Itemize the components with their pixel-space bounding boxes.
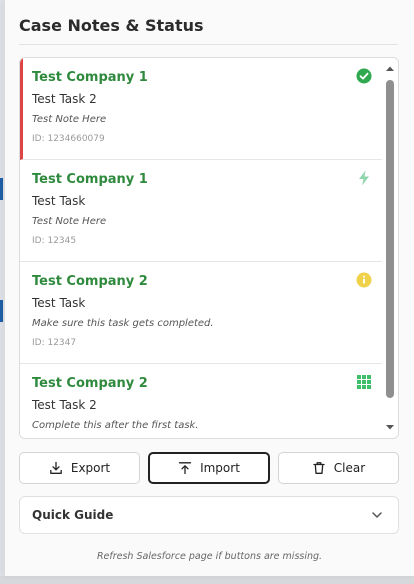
case-note: Test Note Here: [32, 216, 107, 227]
case-notes-panel: Case Notes & Status Test Company 1 Test …: [4, 0, 414, 576]
case-card[interactable]: Test Company 1 Test Task 2 Test Note Her…: [20, 58, 384, 160]
lightning-icon[interactable]: [356, 170, 372, 186]
background-page-bottom: [0, 576, 414, 584]
info-circle-icon[interactable]: [356, 272, 372, 288]
upload-icon: [178, 462, 192, 475]
scroll-down-icon[interactable]: [385, 422, 395, 432]
import-label: Import: [200, 461, 240, 475]
case-company: Test Company 1: [32, 70, 148, 85]
chevron-down-icon: [372, 512, 382, 518]
quick-guide-label: Quick Guide: [32, 508, 114, 522]
scrollbar[interactable]: [382, 58, 398, 438]
case-company: Test Company 2: [32, 376, 148, 391]
download-icon: [50, 461, 62, 474]
case-card[interactable]: Test Company 2 Test Task 2 Complete this…: [20, 364, 384, 438]
footer-hint: Refresh Salesforce page if buttons are m…: [96, 551, 323, 562]
export-label: Export: [70, 461, 111, 475]
title-divider: [19, 44, 398, 45]
background-link-marker: [0, 300, 3, 322]
panel-title: Case Notes & Status: [19, 16, 204, 35]
check-circle-icon[interactable]: [356, 68, 372, 84]
case-company: Test Company 2: [32, 274, 148, 289]
quick-guide-toggle[interactable]: Quick Guide: [19, 496, 399, 534]
trash-icon: [313, 462, 325, 474]
case-id: ID: 12345: [32, 236, 77, 246]
case-list[interactable]: Test Company 1 Test Task 2 Test Note Her…: [19, 57, 399, 439]
case-note: Test Note Here: [32, 114, 107, 125]
export-button[interactable]: Export: [19, 452, 140, 484]
case-task: Test Task: [32, 296, 86, 310]
scroll-up-icon[interactable]: [385, 64, 395, 74]
case-note: Complete this after the first task.: [32, 420, 199, 431]
case-card[interactable]: Test Company 2 Test Task Make sure this …: [20, 262, 384, 364]
case-id: ID: 1234660079: [32, 134, 105, 144]
case-task: Test Task: [32, 194, 86, 208]
clear-button[interactable]: Clear: [278, 452, 399, 484]
case-company: Test Company 1: [32, 172, 148, 187]
grid-icon[interactable]: [356, 374, 372, 390]
import-button[interactable]: Import: [148, 452, 270, 484]
background-link-marker: [0, 178, 3, 200]
case-task: Test Task 2: [32, 398, 97, 412]
case-list-content: Test Company 1 Test Task 2 Test Note Her…: [20, 58, 384, 438]
case-note: Make sure this task gets completed.: [32, 318, 214, 329]
clear-label: Clear: [333, 461, 366, 475]
scroll-thumb[interactable]: [386, 80, 394, 398]
case-task: Test Task 2: [32, 92, 97, 106]
case-card[interactable]: Test Company 1 Test Task Test Note Here …: [20, 160, 384, 262]
case-id: ID: 12347: [32, 338, 77, 348]
